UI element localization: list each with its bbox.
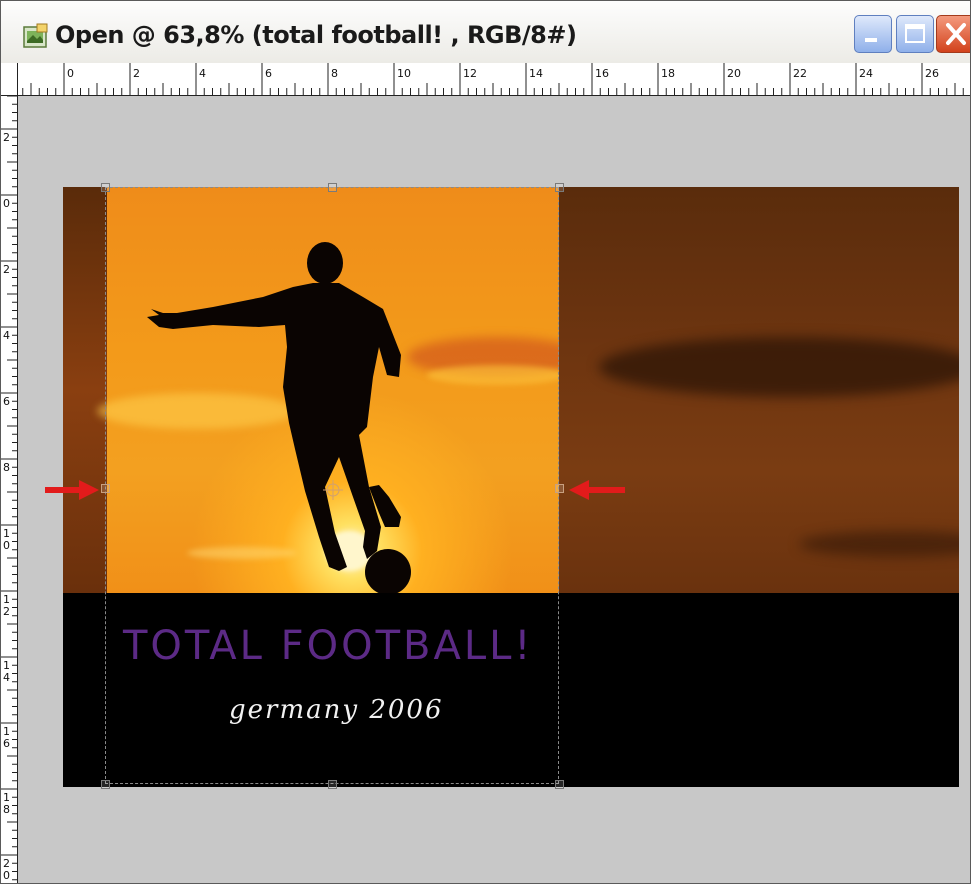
ruler-label: 14 (529, 67, 543, 80)
vertical-ruler[interactable]: 202468101214161820 (1, 63, 18, 883)
ruler-label: 0 (3, 539, 10, 552)
ruler-label: 2 (3, 131, 10, 144)
crop-handle-top-left[interactable] (101, 183, 110, 192)
ruler-origin[interactable] (1, 63, 18, 96)
title-bar[interactable]: Open @ 63,8% (total football! , RGB/8#) (1, 1, 970, 63)
ruler-label: 6 (3, 737, 10, 750)
crosshair-center-icon[interactable] (322, 479, 344, 501)
ruler-label: 4 (199, 67, 206, 80)
ruler-label: 16 (595, 67, 609, 80)
crop-handle-top-right[interactable] (555, 183, 564, 192)
crop-handle-bottom-right[interactable] (555, 780, 564, 789)
window-title: Open @ 63,8% (total football! , RGB/8#) (55, 21, 577, 49)
ruler-label: 24 (859, 67, 873, 80)
close-icon (946, 23, 966, 45)
maximize-icon (905, 24, 925, 43)
ruler-label: 6 (265, 67, 272, 80)
horizontal-ruler[interactable]: 0 2 4 6 8 10 12 14 16 18 20 22 24 26 (17, 63, 970, 96)
right-arrow-icon (45, 480, 99, 500)
photoshop-document-icon (23, 23, 48, 48)
ruler-label: 2 (3, 605, 10, 618)
vertical-ruler-ticks: 202468101214161820 (1, 63, 17, 882)
minimize-icon (865, 38, 877, 42)
ruler-label: 0 (3, 197, 10, 210)
crop-handle-bottom-center[interactable] (328, 780, 337, 789)
horizontal-ruler-ticks: 0 2 4 6 8 10 12 14 16 18 20 22 24 26 (22, 63, 964, 95)
ruler-label: 6 (3, 395, 10, 408)
crop-handle-middle-right[interactable] (555, 484, 564, 493)
ruler-label: 12 (463, 67, 477, 80)
ruler-label: 22 (793, 67, 807, 80)
ruler-label: 0 (3, 869, 10, 882)
maximize-button[interactable] (896, 15, 934, 53)
crop-handle-middle-left[interactable] (101, 484, 110, 493)
ruler-label: 26 (925, 67, 939, 80)
ruler-label: 0 (67, 67, 74, 80)
left-arrow-icon (569, 480, 625, 500)
ruler-label: 18 (661, 67, 675, 80)
ruler-label: 20 (727, 67, 741, 80)
ruler-label: 2 (3, 263, 10, 276)
ruler-label: 10 (397, 67, 411, 80)
ruler-label: 8 (3, 461, 10, 474)
ruler-label: 4 (3, 671, 10, 684)
ruler-label: 2 (133, 67, 140, 80)
crop-handle-bottom-left[interactable] (101, 780, 110, 789)
crop-handle-top-center[interactable] (328, 183, 337, 192)
ruler-label: 8 (3, 803, 10, 816)
minimize-button[interactable] (854, 15, 892, 53)
document-window: Open @ 63,8% (total football! , RGB/8#) … (0, 0, 971, 884)
close-button[interactable] (936, 15, 970, 53)
ruler-label: 8 (331, 67, 338, 80)
ruler-label: 4 (3, 329, 10, 342)
